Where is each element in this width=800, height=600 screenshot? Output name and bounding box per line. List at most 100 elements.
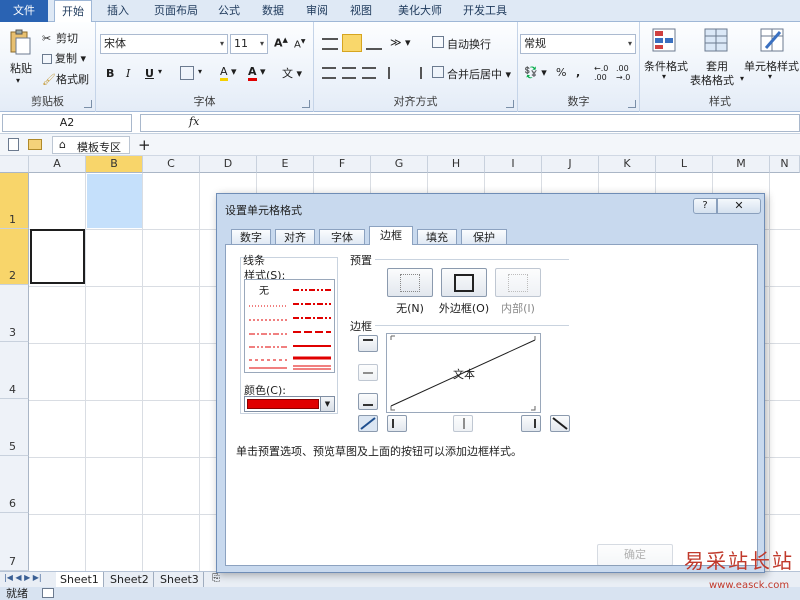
align-top-icon[interactable] [322,38,338,50]
tab-protection[interactable]: 保护 [461,229,507,245]
tab-home[interactable]: 开始 [54,0,92,23]
column-header[interactable]: F [314,156,371,173]
tab-file[interactable]: 文件 [0,0,48,22]
fx-icon[interactable]: fx [189,115,199,128]
row-header[interactable]: 5 [0,399,29,456]
tab-data[interactable]: 数据 [256,0,290,22]
align-right-icon[interactable] [362,67,376,79]
formula-input[interactable]: fx [140,114,800,132]
row-header[interactable]: 6 [0,456,29,513]
column-header[interactable]: I [485,156,542,173]
currency-button[interactable]: 💱 ▾ [524,66,547,79]
format-table-icon[interactable] [704,28,728,52]
tab-formulas[interactable]: 公式 [212,0,246,22]
format-table-dropdown-icon[interactable]: ▾ [740,74,744,83]
font-size-select[interactable]: 11 ▾ [230,34,268,54]
insert-sheet-icon[interactable]: ⎘ [212,573,220,584]
borders-dropdown-icon[interactable]: ▾ [198,67,202,76]
row-header[interactable]: 3 [0,285,29,342]
chevron-down-icon[interactable]: ▼ [320,397,334,411]
border-bottom-button[interactable] [358,393,378,410]
fill-color-button[interactable]: A ▾ [220,65,237,81]
increase-decimal-icon[interactable]: ←.0.00 [594,64,608,82]
tab-fill[interactable]: 填充 [417,229,457,245]
border-left-button[interactable] [387,415,407,432]
name-box[interactable]: A2 [2,114,132,132]
column-header[interactable]: L [656,156,713,173]
active-cell[interactable] [30,229,85,284]
italic-button[interactable]: I [126,67,130,80]
conditional-format-icon[interactable] [652,28,676,52]
template-tab[interactable]: ⌂ 模板专区 [52,136,130,154]
preset-inside-button[interactable] [495,268,541,297]
add-tab-button[interactable]: + [138,136,151,154]
copy-button[interactable]: 复制 ▾ [42,50,86,66]
sheet-tab[interactable]: Sheet3 [156,572,204,587]
number-launcher-icon[interactable] [628,100,636,108]
preset-outline-button[interactable] [441,268,487,297]
paste-dropdown-icon[interactable]: ▾ [16,76,20,85]
decrease-indent-icon[interactable] [388,67,402,79]
decrease-decimal-icon[interactable]: .00 →.0 [616,64,630,82]
column-header[interactable]: D [200,156,257,173]
macro-record-icon[interactable] [42,588,54,598]
tab-alignment[interactable]: 对齐 [275,229,315,245]
format-painter-button[interactable]: 🖌格式刷 [42,71,89,87]
border-preview[interactable]: 文本 [386,333,541,413]
tab-beautify[interactable]: 美化大师 [390,0,450,22]
tab-review[interactable]: 审阅 [300,0,334,22]
shrink-font-button[interactable]: A▼ [294,38,305,50]
border-diag-down-button[interactable] [550,415,570,432]
column-header[interactable]: B [86,156,143,173]
borders-icon[interactable] [180,66,194,80]
cell-styles-dropdown-icon[interactable]: ▾ [768,72,772,81]
line-style-swatches[interactable] [245,280,334,372]
merge-center-button[interactable]: 合并后居中 ▾ [432,66,511,82]
wrap-text-button[interactable]: 自动换行 [432,36,491,52]
sheet-tab[interactable]: Sheet2 [106,572,154,587]
tab-font[interactable]: 字体 [319,229,365,245]
row-header[interactable]: 2 [0,229,29,285]
column-header[interactable]: J [542,156,599,173]
row-header[interactable]: 7 [0,513,29,571]
border-top-button[interactable] [358,335,378,352]
align-left-icon[interactable] [322,67,336,79]
percent-button[interactable]: % [556,66,566,79]
grow-font-button[interactable]: A▲ [274,36,288,50]
number-format-select[interactable]: 常规 ▾ [520,34,636,54]
cut-button[interactable]: ✂ 剪切 [42,30,78,46]
clipboard-launcher-icon[interactable] [84,100,92,108]
bold-button[interactable]: B [106,67,114,80]
preset-none-button[interactable] [387,268,433,297]
close-button[interactable]: ✕ [717,198,761,214]
line-style-list[interactable]: 无 [244,279,335,373]
cell-b1-fill[interactable] [87,174,142,228]
alignment-launcher-icon[interactable] [506,100,514,108]
border-middle-button[interactable] [358,364,378,381]
font-color-button[interactable]: A ▾ [248,65,266,81]
column-header[interactable]: A [29,156,86,173]
folder-icon[interactable] [28,139,42,150]
column-header[interactable]: E [257,156,314,173]
sheet-nav-arrows-icon[interactable]: |◀ ◀ ▶ ▶| [4,573,42,582]
underline-dropdown-icon[interactable]: ▾ [158,67,162,76]
tab-developer[interactable]: 开发工具 [456,0,514,22]
orientation-button[interactable]: ≫ ▾ [390,36,411,49]
column-header[interactable]: K [599,156,656,173]
cell-styles-icon[interactable] [760,28,784,52]
column-header[interactable]: M [713,156,770,173]
line-color-picker[interactable]: ▼ [244,396,335,412]
paste-button[interactable]: 粘贴 [10,60,32,76]
row-header[interactable]: 4 [0,342,29,399]
align-center-icon[interactable] [342,67,356,79]
paste-icon[interactable] [8,28,32,56]
tab-number[interactable]: 数字 [231,229,271,245]
ok-button[interactable]: 确定 [597,544,673,566]
column-header[interactable]: H [428,156,485,173]
column-header[interactable]: C [143,156,200,173]
select-all-corner[interactable] [0,156,29,173]
border-right-button[interactable] [521,415,541,432]
font-name-select[interactable]: 宋体 ▾ [100,34,228,54]
align-middle-icon[interactable] [342,34,362,52]
tab-insert[interactable]: 插入 [100,0,136,22]
